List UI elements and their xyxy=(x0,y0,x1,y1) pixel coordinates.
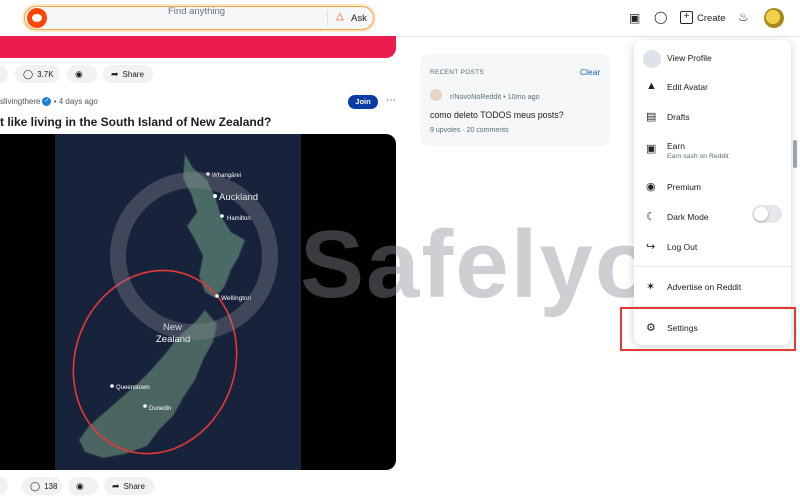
menu-label-earn: Earn xyxy=(667,141,685,151)
drafts-icon: ▤ xyxy=(646,111,657,123)
map-label-dunedin: Dunedin xyxy=(149,406,171,412)
bell-icon[interactable]: ♨ xyxy=(738,10,749,24)
watermark-text: Safelyo xyxy=(300,211,656,318)
menu-label-dark-mode: Dark Mode xyxy=(667,212,709,222)
create-button[interactable]: Create xyxy=(697,13,726,24)
shirt-icon: ▲ xyxy=(646,80,657,92)
advertise-icon: ✶ xyxy=(646,281,656,293)
verified-icon: ✓ xyxy=(42,97,52,107)
menu-item-drafts[interactable]: ▤ Drafts xyxy=(634,102,791,130)
post-banner xyxy=(0,36,396,58)
menu-label-log-out: Log Out xyxy=(667,242,698,252)
menu-label-drafts: Drafts xyxy=(667,112,690,122)
plus-icon[interactable]: + xyxy=(680,11,693,24)
menu-sublabel-earn: Earn cash on Reddit xyxy=(667,153,729,160)
menu-item-log-out[interactable]: ↪ Log Out xyxy=(634,232,791,260)
recent-posts-title: RECENT POSTS xyxy=(430,69,485,76)
recent-post-title[interactable]: como deleto TODOS meus posts? xyxy=(430,110,564,120)
profile-avatar-icon xyxy=(643,50,661,68)
user-avatar[interactable] xyxy=(764,8,784,28)
vote-pill-2[interactable] xyxy=(0,477,8,495)
award-icon: ◉ xyxy=(75,69,83,79)
join-button[interactable]: Join xyxy=(348,95,378,109)
share-label: Share xyxy=(122,70,144,79)
share-icon: ➦ xyxy=(112,481,120,491)
reddit-logo[interactable] xyxy=(27,8,47,28)
menu-label-edit-avatar: Edit Avatar xyxy=(667,82,708,92)
comments-button[interactable]: ◯ 3.7K xyxy=(15,65,60,83)
menu-label-view-profile: View Profile xyxy=(667,53,712,63)
earn-icon: ▣ xyxy=(646,143,657,155)
moon-icon: ☾ xyxy=(646,211,656,223)
more-options-icon[interactable]: ⋯ xyxy=(386,95,396,106)
menu-item-premium[interactable]: ◉ Premium xyxy=(634,172,791,200)
recent-post-subreddit[interactable]: r/NovoNoReddit • 10mo ago xyxy=(450,92,540,101)
comments-button-2[interactable]: ◯ 138 xyxy=(22,477,62,495)
ask-icon[interactable]: △ xyxy=(336,11,344,22)
recent-posts-card: RECENT POSTS Clear r/NovoNoReddit • 10mo… xyxy=(420,54,610,146)
subreddit-avatar xyxy=(430,89,442,101)
menu-item-edit-avatar[interactable]: ▲ Edit Avatar xyxy=(634,72,791,100)
toggle-knob xyxy=(754,207,768,221)
comment-icon: ◯ xyxy=(30,481,41,491)
scrollbar[interactable] xyxy=(793,140,797,168)
search-divider xyxy=(327,10,328,26)
share-button-2[interactable]: ➦ Share xyxy=(104,477,154,495)
post-title[interactable]: t like living in the South Island of New… xyxy=(0,115,271,129)
award-button[interactable]: ◉ xyxy=(67,65,97,83)
user-menu: View Profile ▲ Edit Avatar ▤ Drafts ▣ Ea… xyxy=(634,40,791,345)
menu-label-advertise: Advertise on Reddit xyxy=(667,282,742,292)
menu-divider xyxy=(634,266,791,267)
menu-item-advertise[interactable]: ✶ Advertise on Reddit xyxy=(634,272,791,300)
ask-button[interactable]: Ask xyxy=(351,13,367,24)
comments-count-2: 138 xyxy=(44,482,58,491)
share-icon: ➦ xyxy=(111,69,119,79)
award-icon: ◉ xyxy=(76,481,84,491)
award-button-2[interactable]: ◉ xyxy=(68,477,98,495)
post-author[interactable]: slivingthere xyxy=(0,97,40,106)
post-time: • 4 days ago xyxy=(53,97,98,106)
premium-icon: ◉ xyxy=(646,181,656,193)
watermark-logo xyxy=(110,172,278,340)
advertise-icon[interactable]: ▣ xyxy=(629,11,640,25)
menu-label-premium: Premium xyxy=(667,182,702,192)
clear-button[interactable]: Clear xyxy=(580,67,600,77)
chat-icon[interactable]: ◯ xyxy=(654,10,667,24)
share-button[interactable]: ➦ Share xyxy=(103,65,153,83)
menu-item-earn[interactable]: ▣ Earn Earn cash on Reddit xyxy=(634,132,791,166)
post-meta: slivingthere ✓ • 4 days ago xyxy=(0,97,98,107)
share-label-2: Share xyxy=(123,482,145,491)
recent-post-stats: 9 upvotes · 20 comments xyxy=(430,127,509,134)
vote-pill[interactable] xyxy=(0,65,8,83)
map-label-queenstown: Queenstown xyxy=(116,385,150,391)
comments-count: 3.7K xyxy=(37,70,54,79)
menu-item-view-profile[interactable]: View Profile xyxy=(634,42,791,70)
dark-mode-toggle[interactable] xyxy=(752,205,782,223)
settings-highlight-box xyxy=(620,307,796,351)
comment-icon: ◯ xyxy=(23,69,34,79)
logout-icon: ↪ xyxy=(646,241,656,253)
search-input[interactable]: Find anything xyxy=(168,6,225,17)
